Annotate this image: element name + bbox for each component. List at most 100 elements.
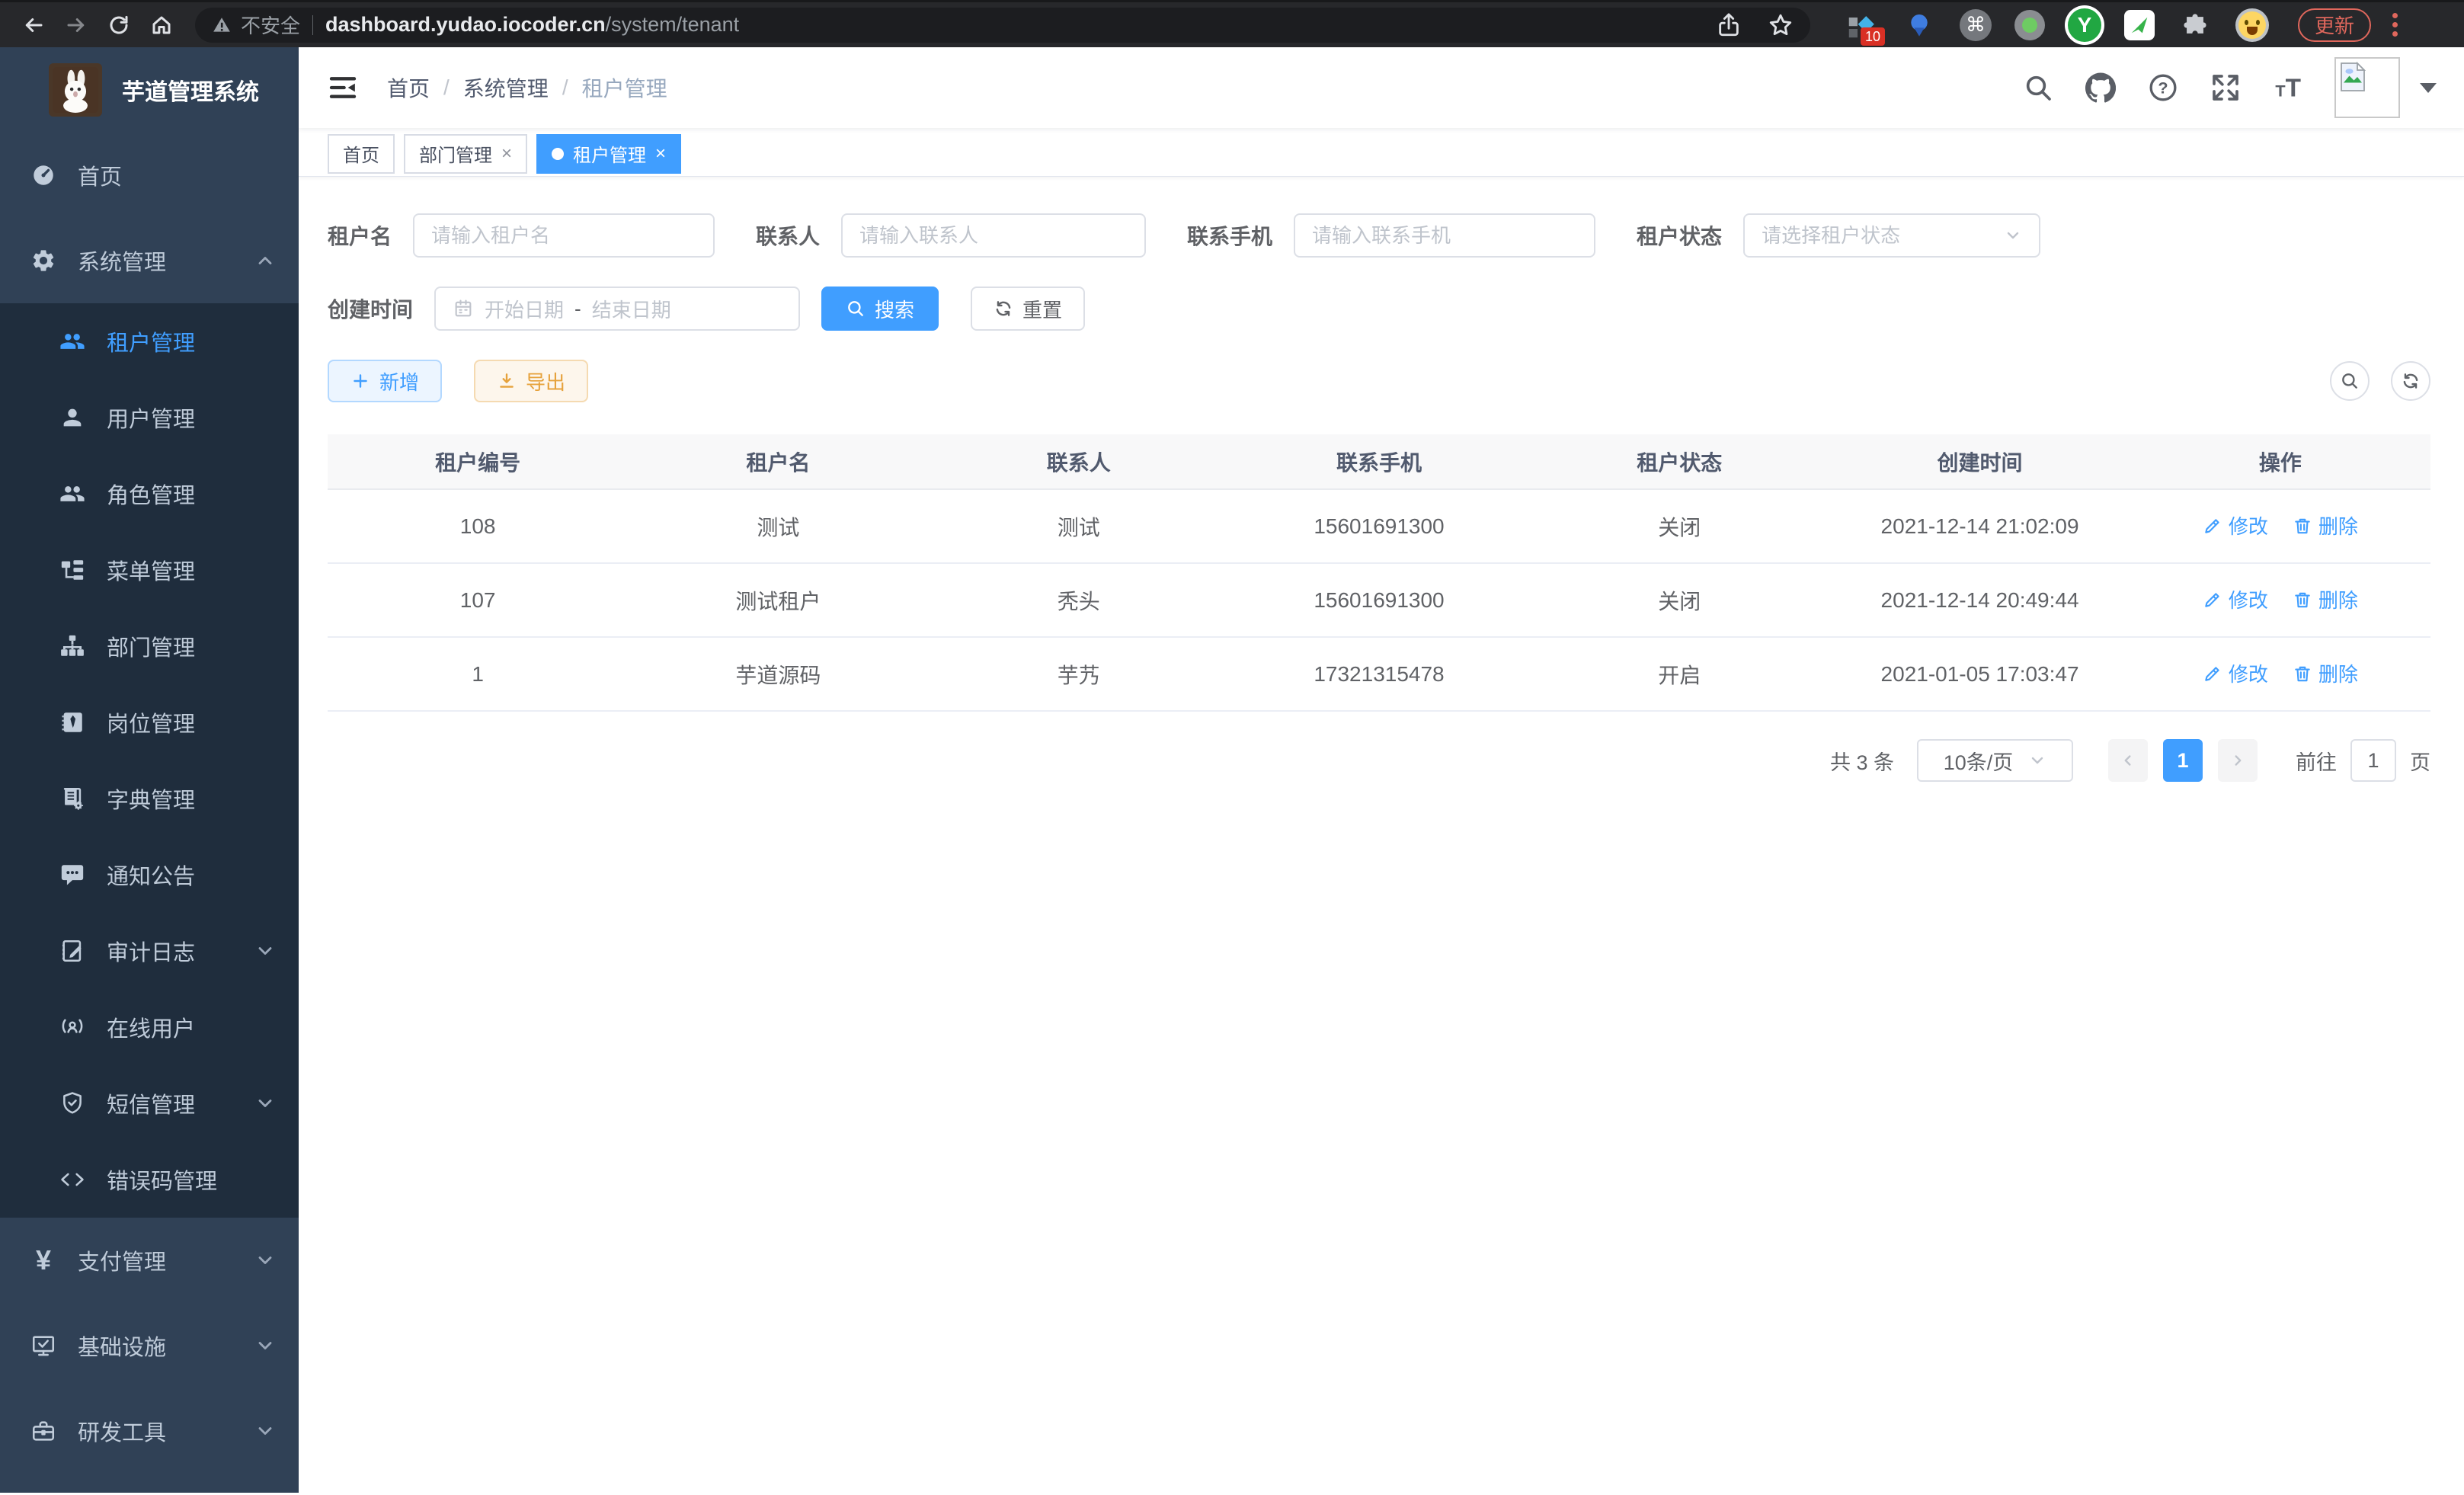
user-menu-caret-icon[interactable]	[2420, 83, 2437, 101]
sidebar-item-dept[interactable]: 部门管理	[0, 608, 299, 684]
sidebar-item-menu[interactable]: 菜单管理	[0, 532, 299, 608]
tenant-name-input[interactable]	[431, 224, 696, 248]
status-select[interactable]	[1743, 213, 2040, 258]
tab-home[interactable]: 首页	[328, 134, 395, 174]
gear-icon	[30, 248, 56, 274]
cell-status: 开启	[1529, 637, 1829, 711]
dashboard-gauge-icon	[30, 162, 56, 188]
delete-link[interactable]: 删除	[2293, 585, 2358, 613]
create-time-label: 创建时间	[328, 293, 413, 324]
browser-menu-icon[interactable]	[2392, 13, 2398, 37]
goto-page-input[interactable]	[2350, 739, 2396, 782]
sidebar-item-post[interactable]: 岗位管理	[0, 684, 299, 760]
font-size-icon[interactable]: TT	[2272, 72, 2304, 104]
browser-extensions: 10 ⌘ Y	[1844, 8, 2269, 43]
profile-avatar-emoji[interactable]	[2235, 8, 2269, 42]
sidebar-item-system[interactable]: 系统管理	[0, 218, 299, 303]
extensions-puzzle-icon[interactable]	[2178, 8, 2213, 43]
tenant-table: 租户编号 租户名 联系人 联系手机 租户状态 创建时间 操作 108 测试	[328, 434, 2430, 712]
extension-chat-icon[interactable]	[2124, 10, 2155, 40]
sidebar-item-label: 用户管理	[107, 402, 276, 434]
sidebar-item-payment[interactable]: ¥ 支付管理	[0, 1218, 299, 1303]
browser-home-button[interactable]	[142, 5, 181, 45]
delete-link[interactable]: 删除	[2293, 659, 2358, 687]
github-icon[interactable]	[2085, 72, 2117, 104]
cell-tenant-id: 1	[328, 637, 628, 711]
edit-link[interactable]: 修改	[2203, 659, 2268, 687]
chevron-down-icon	[2004, 226, 2022, 245]
header-search-icon[interactable]	[2022, 72, 2054, 104]
sidebar-item-online-users[interactable]: 在线用户	[0, 989, 299, 1065]
sidebar-item-label: 基础设施	[78, 1330, 233, 1362]
phone-input[interactable]	[1312, 224, 1577, 248]
extension-balloon-icon[interactable]	[1902, 8, 1937, 43]
sidebar-item-dict[interactable]: 字典管理	[0, 760, 299, 837]
contact-input[interactable]	[859, 224, 1128, 248]
browser-forward-button[interactable]	[56, 5, 96, 45]
cell-created: 2021-12-14 20:49:44	[1829, 563, 2130, 637]
edit-link[interactable]: 修改	[2203, 511, 2268, 539]
date-range-picker[interactable]: 开始日期 - 结束日期	[434, 287, 800, 331]
tenant-name-label: 租户名	[328, 220, 392, 251]
search-icon	[2340, 371, 2360, 391]
extension-y-icon[interactable]: Y	[2068, 8, 2101, 42]
cell-tenant-name: 测试租户	[628, 563, 928, 637]
delete-link[interactable]: 删除	[2293, 511, 2358, 539]
prev-page-button[interactable]	[2108, 739, 2148, 782]
sidebar-item-home[interactable]: 首页	[0, 133, 299, 218]
status-select-input[interactable]	[1762, 224, 2004, 248]
date-start-placeholder[interactable]: 开始日期	[485, 295, 564, 323]
tab-dept[interactable]: 部门管理 ×	[404, 134, 527, 174]
extension-recorder-icon[interactable]	[2014, 10, 2045, 40]
app-logo-row[interactable]: 芋道管理系统	[0, 47, 299, 133]
security-label[interactable]: 不安全	[241, 11, 300, 39]
export-button[interactable]: 导出	[474, 360, 588, 402]
extension-command-icon[interactable]: ⌘	[1960, 9, 1992, 41]
tab-tenant[interactable]: 租户管理 ×	[536, 134, 681, 174]
cell-tenant-name: 芋道源码	[628, 637, 928, 711]
sidebar-item-sms[interactable]: 短信管理	[0, 1065, 299, 1141]
extension-downloads-icon[interactable]: 10	[1844, 8, 1879, 43]
refresh-icon	[994, 299, 1013, 319]
sidebar-item-user[interactable]: 用户管理	[0, 379, 299, 456]
next-page-button[interactable]	[2218, 739, 2258, 782]
browser-reload-button[interactable]	[99, 5, 139, 45]
breadcrumb-system[interactable]: 系统管理	[463, 72, 549, 103]
tab-close-icon[interactable]: ×	[655, 145, 666, 163]
breadcrumb-home[interactable]: 首页	[387, 72, 430, 103]
person-icon	[59, 405, 85, 431]
sidebar-item-notice[interactable]: 通知公告	[0, 837, 299, 913]
bookmark-star-icon[interactable]	[1768, 12, 1794, 38]
reset-button[interactable]: 重置	[971, 287, 1085, 331]
table-row: 108 测试 测试 15601691300 关闭 2021-12-14 21:0…	[328, 489, 2430, 563]
browser-back-button[interactable]	[14, 5, 53, 45]
date-end-placeholder[interactable]: 结束日期	[592, 295, 671, 323]
page-size-select[interactable]: 10条/页	[1917, 739, 2073, 782]
sidebar-item-role[interactable]: 角色管理	[0, 456, 299, 532]
browser-update-button[interactable]: 更新	[2298, 8, 2371, 42]
col-created: 创建时间	[1829, 434, 2130, 489]
page-number-1[interactable]: 1	[2163, 739, 2203, 782]
refresh-table-button[interactable]	[2391, 361, 2430, 401]
help-icon[interactable]: ?	[2147, 72, 2179, 104]
sidebar-item-error-code[interactable]: 错误码管理	[0, 1141, 299, 1218]
sidebar-collapse-icon[interactable]	[326, 71, 360, 104]
sidebar-item-label: 研发工具	[78, 1415, 233, 1447]
sidebar-item-infra[interactable]: 基础设施	[0, 1303, 299, 1388]
user-avatar[interactable]	[2334, 57, 2400, 118]
sidebar-item-devtools[interactable]: 研发工具	[0, 1388, 299, 1474]
fullscreen-icon[interactable]	[2210, 72, 2242, 104]
pagination: 共 3 条 10条/页 1 前往 页	[328, 739, 2430, 782]
toggle-search-button[interactable]	[2330, 361, 2370, 401]
address-bar[interactable]: 不安全 dashboard.yudao.iocoder.cn/system/te…	[195, 8, 1810, 43]
sidebar-item-tenant[interactable]: 租户管理	[0, 303, 299, 379]
add-button[interactable]: 新增	[328, 360, 442, 402]
tenant-name-input-wrap	[413, 213, 715, 258]
col-tenant-id: 租户编号	[328, 434, 628, 489]
toolbox-icon	[30, 1418, 56, 1444]
edit-link[interactable]: 修改	[2203, 585, 2268, 613]
search-button[interactable]: 搜索	[821, 287, 939, 331]
sidebar-item-audit-log[interactable]: 审计日志	[0, 913, 299, 989]
share-icon[interactable]	[1716, 12, 1742, 38]
tab-close-icon[interactable]: ×	[501, 145, 512, 163]
